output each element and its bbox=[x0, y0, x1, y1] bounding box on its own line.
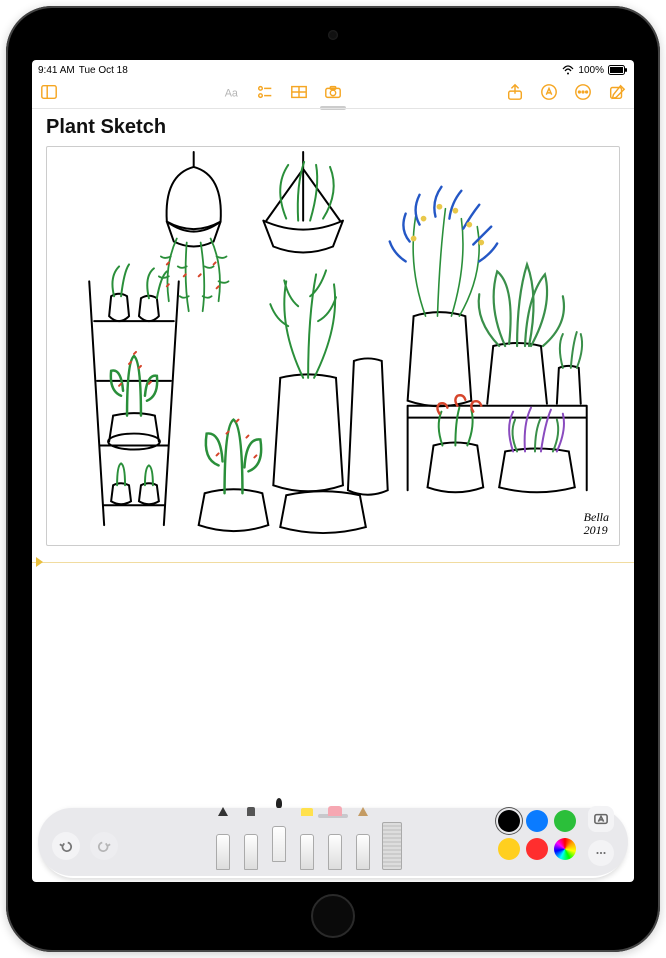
home-button[interactable] bbox=[311, 894, 355, 938]
swatch-blue[interactable] bbox=[526, 810, 548, 832]
sketch-canvas[interactable]: Bella 2019 bbox=[46, 146, 620, 546]
wifi-icon bbox=[562, 65, 574, 75]
ipad-frame: 9:41 AM Tue Oct 18 100% bbox=[6, 6, 660, 952]
highlighter-tool[interactable] bbox=[298, 816, 316, 870]
battery-icon bbox=[608, 65, 628, 75]
screen: 9:41 AM Tue Oct 18 100% bbox=[32, 60, 634, 882]
pen-tool[interactable] bbox=[214, 816, 232, 870]
signature-year: 2019 bbox=[584, 524, 609, 537]
eraser-tool[interactable] bbox=[326, 816, 344, 870]
svg-text:Aa: Aa bbox=[225, 88, 238, 100]
swatch-red[interactable] bbox=[526, 838, 548, 860]
swatch-yellow[interactable] bbox=[498, 838, 520, 860]
note-title[interactable]: Plant Sketch bbox=[46, 116, 166, 139]
ruler-tool[interactable] bbox=[382, 822, 402, 870]
swatch-black[interactable] bbox=[498, 810, 520, 832]
redo-button[interactable] bbox=[90, 832, 118, 860]
status-time: 9:41 AM bbox=[38, 65, 75, 76]
text-format-icon[interactable]: Aa bbox=[222, 83, 240, 101]
insertion-caret-icon[interactable] bbox=[36, 557, 43, 567]
brush-tool[interactable] bbox=[270, 808, 288, 862]
text-box-tool-icon[interactable] bbox=[588, 806, 614, 832]
table-icon[interactable] bbox=[290, 83, 308, 101]
camera-icon[interactable] bbox=[324, 83, 342, 101]
compose-icon[interactable] bbox=[608, 83, 626, 101]
notes-toolbar: Aa bbox=[32, 78, 634, 106]
sidebar-toggle-icon[interactable] bbox=[40, 83, 58, 101]
palette-more-icon[interactable] bbox=[588, 840, 614, 866]
drawing-palette bbox=[38, 808, 628, 876]
color-picker-icon[interactable] bbox=[554, 838, 576, 860]
color-swatches bbox=[498, 810, 576, 860]
more-icon[interactable] bbox=[574, 83, 592, 101]
status-bar: 9:41 AM Tue Oct 18 100% bbox=[32, 60, 634, 78]
marker-tool[interactable] bbox=[242, 816, 260, 870]
signature-name: Bella bbox=[584, 511, 609, 524]
status-date: Tue Oct 18 bbox=[79, 65, 128, 76]
markup-mode-icon[interactable] bbox=[540, 83, 558, 101]
checklist-icon[interactable] bbox=[256, 83, 274, 101]
sketch-signature: Bella 2019 bbox=[584, 511, 609, 537]
pencil-tool[interactable] bbox=[354, 816, 372, 870]
insertion-line bbox=[32, 562, 634, 563]
undo-button[interactable] bbox=[52, 832, 80, 860]
swatch-green[interactable] bbox=[554, 810, 576, 832]
battery-pct: 100% bbox=[578, 65, 604, 76]
share-icon[interactable] bbox=[506, 83, 524, 101]
toolbar-divider bbox=[32, 108, 634, 109]
front-camera bbox=[328, 30, 338, 40]
